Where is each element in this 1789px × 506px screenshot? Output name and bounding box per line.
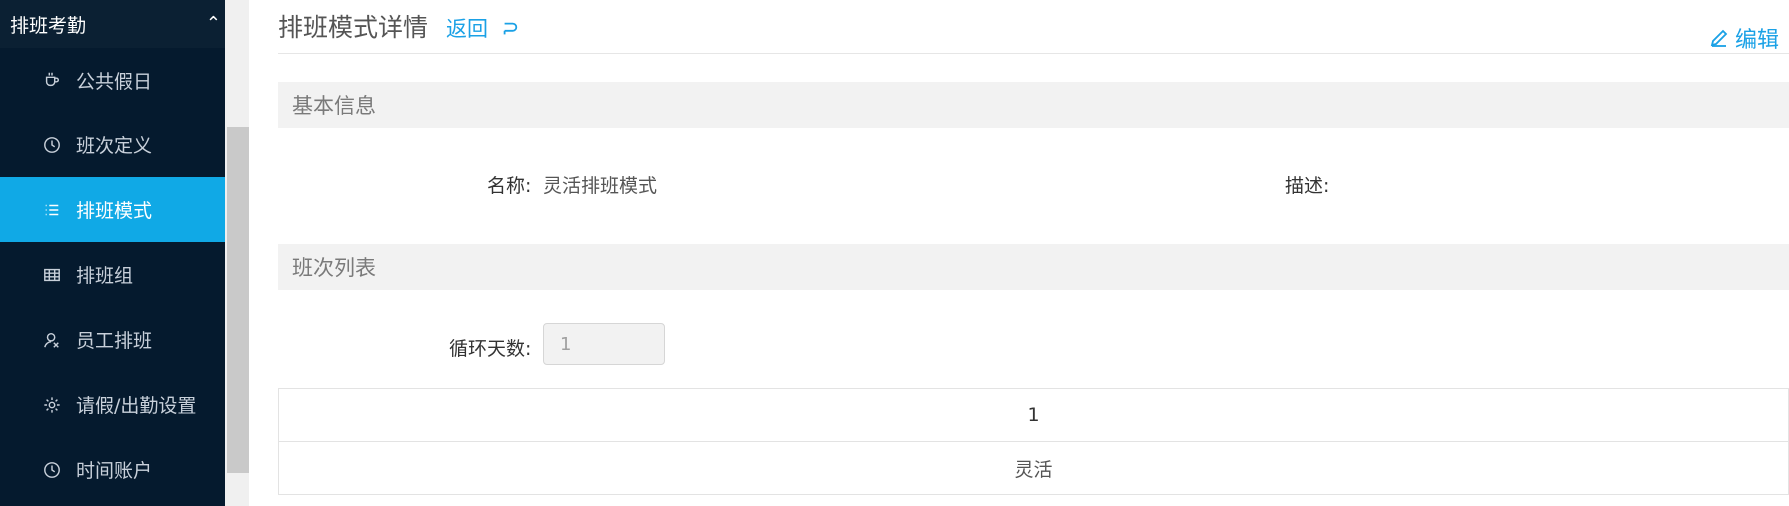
cycle-days-input[interactable] — [543, 323, 665, 365]
back-label: 返回 — [446, 17, 489, 41]
sidebar-item-label: 班次定义 — [76, 135, 153, 157]
name-label: 名称: — [487, 175, 532, 197]
sidebar-item-label: 排班模式 — [76, 200, 153, 222]
return-icon — [501, 17, 519, 41]
clock-icon — [42, 460, 62, 480]
name-value: 灵活排班模式 — [543, 175, 658, 197]
sidebar-item-time-account[interactable]: 时间账户 — [0, 437, 225, 502]
sidebar-item-label: 排班组 — [76, 265, 134, 287]
back-link[interactable]: 返回 — [446, 13, 519, 43]
edit-label: 编辑 — [1734, 28, 1779, 53]
sidebar-item-shift-group[interactable]: 排班组 — [0, 242, 225, 307]
sidebar-group-header[interactable]: 排班考勤 ⌃ — [0, 0, 225, 48]
gear-icon — [42, 395, 62, 415]
edit-button[interactable]: 编辑 — [1709, 22, 1779, 54]
sidebar-item-label: 员工排班 — [76, 330, 153, 352]
table-header-cell: 1 — [278, 388, 1789, 442]
sidebar-item-shift-pattern[interactable]: 排班模式 — [0, 177, 225, 242]
pencil-icon — [1710, 29, 1728, 47]
sidebar-item-shift-definition[interactable]: 班次定义 — [0, 112, 225, 177]
sidebar-item-employee-shift[interactable]: 员工排班 — [0, 307, 225, 372]
table-cell: 灵活 — [278, 441, 1789, 495]
sidebar: 排班考勤 ⌃ 公共假日 班次定义 排班模式 排班组 员工排班 请假/出勤设置 时… — [0, 0, 225, 506]
scrollbar-thumb[interactable] — [227, 127, 249, 473]
cycle-days-label: 循环天数: — [449, 338, 532, 360]
main-content: 排班模式详情 返回 编辑 基本信息 名称: 灵活排班模式 描述: 班次列表 循环… — [249, 0, 1789, 506]
table-row: 灵活 — [278, 441, 1789, 495]
section-basic-info: 基本信息 — [278, 82, 1789, 128]
shift-table: 1 灵活 — [278, 388, 1789, 495]
sidebar-item-label: 请假/出勤设置 — [76, 395, 197, 417]
section-title: 班次列表 — [292, 256, 376, 280]
coffee-icon — [42, 70, 62, 90]
list-icon — [42, 200, 62, 220]
clock-icon — [42, 135, 62, 155]
sidebar-item-leave-settings[interactable]: 请假/出勤设置 — [0, 372, 225, 437]
description-label: 描述: — [1285, 175, 1330, 197]
table-header-row: 1 — [278, 388, 1789, 442]
section-shift-list: 班次列表 — [278, 244, 1789, 290]
sidebar-item-public-holiday[interactable]: 公共假日 — [0, 48, 225, 112]
user-icon — [42, 330, 62, 350]
title-row: 排班模式详情 返回 — [278, 8, 519, 44]
sidebar-item-label: 时间账户 — [76, 460, 153, 482]
page-title: 排班模式详情 — [278, 13, 429, 42]
sidebar-item-label: 公共假日 — [76, 70, 153, 93]
chevron-up-icon[interactable]: ⌃ — [206, 13, 221, 34]
title-divider — [278, 53, 1789, 54]
section-title: 基本信息 — [292, 94, 376, 118]
sidebar-group-label: 排班考勤 — [10, 14, 87, 37]
table-icon — [42, 265, 62, 285]
